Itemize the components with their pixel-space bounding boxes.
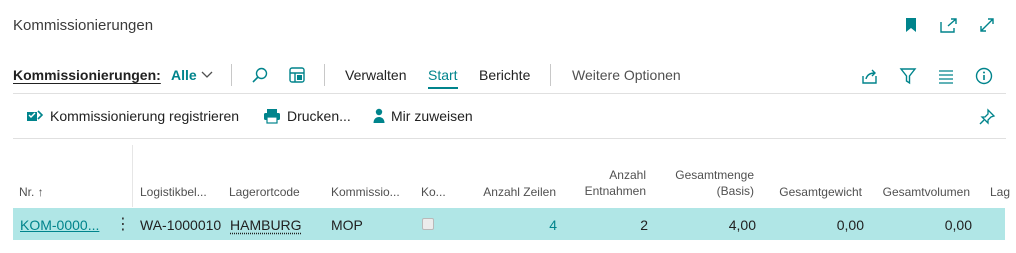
register-pick-button[interactable]: Kommissionierung registrieren bbox=[26, 108, 239, 124]
bookmark-icon[interactable] bbox=[900, 14, 922, 36]
divider bbox=[324, 64, 325, 86]
printer-icon bbox=[264, 109, 280, 124]
assign-to-me-button[interactable]: Mir zuweisen bbox=[373, 108, 473, 124]
action-bar: Kommissionierungen: Alle Verwalten Start… bbox=[0, 60, 1016, 90]
cell-lagerortcode[interactable]: HAMBURG bbox=[230, 217, 302, 233]
print-label: Drucken... bbox=[287, 108, 351, 124]
cell-logistikbeleg: WA-1000010 bbox=[140, 217, 222, 233]
person-icon bbox=[373, 108, 385, 123]
column-header-gesamtgewicht[interactable]: Gesamtgewicht bbox=[779, 184, 862, 200]
command-bar: Kommissionierung registrieren Drucken...… bbox=[0, 104, 1016, 132]
tab-verwalten[interactable]: Verwalten bbox=[345, 67, 406, 83]
divider bbox=[231, 64, 232, 86]
header-line: (Basis) bbox=[716, 184, 754, 198]
column-header-lag[interactable]: Lag bbox=[990, 184, 1010, 200]
cell-ko-checkbox[interactable] bbox=[422, 218, 434, 230]
tab-berichte[interactable]: Berichte bbox=[479, 67, 530, 83]
header-line: Entnahmen bbox=[584, 184, 646, 198]
title-bar: Kommissionierungen bbox=[0, 0, 1016, 52]
view-filter-label: Alle bbox=[171, 67, 197, 83]
table-header: Nr. ↑ Logistikbel... Lagerortcode Kommis… bbox=[0, 140, 1016, 206]
column-header-ko[interactable]: Ko... bbox=[421, 184, 446, 200]
register-icon bbox=[27, 110, 44, 121]
row-actions-icon[interactable]: ⋮ bbox=[115, 214, 131, 234]
header-line: Anzahl bbox=[609, 168, 646, 182]
header-line: Gesamtmenge bbox=[675, 168, 754, 182]
print-button[interactable]: Drucken... bbox=[263, 108, 351, 124]
column-header-anzahl-entnahmen[interactable]: Anzahl Entnahmen bbox=[585, 167, 646, 199]
analysis-mode-icon[interactable] bbox=[285, 63, 309, 87]
cell-anzahl-entnahmen: 2 bbox=[640, 217, 648, 233]
column-header-anzahl-zeilen[interactable]: Anzahl Zeilen bbox=[483, 184, 556, 200]
table-row[interactable]: KOM-0000... ⋮ WA-1000010 HAMBURG MOP 4 2… bbox=[13, 208, 1005, 240]
view-filter-dropdown[interactable]: Alle bbox=[171, 67, 213, 83]
share-icon[interactable] bbox=[858, 64, 882, 88]
cell-kommissionierung: MOP bbox=[331, 217, 363, 233]
list-name[interactable]: Kommissionierungen: bbox=[13, 67, 161, 83]
pin-icon[interactable] bbox=[978, 108, 996, 129]
divider bbox=[550, 64, 551, 86]
search-icon[interactable] bbox=[248, 63, 272, 87]
filter-icon[interactable] bbox=[896, 64, 920, 88]
right-icons bbox=[858, 64, 996, 88]
info-icon[interactable] bbox=[972, 64, 996, 88]
cell-nr[interactable]: KOM-0000... bbox=[20, 217, 99, 233]
register-pick-label: Kommissionierung registrieren bbox=[50, 108, 240, 124]
cell-gesamtmenge: 4,00 bbox=[728, 217, 756, 233]
divider bbox=[13, 138, 1006, 139]
expand-icon[interactable] bbox=[976, 14, 998, 36]
column-separator bbox=[132, 145, 133, 207]
column-header-logistikbeleg[interactable]: Logistikbel... bbox=[140, 184, 207, 200]
cell-anzahl-zeilen[interactable]: 4 bbox=[549, 217, 557, 233]
column-header-lagerortcode[interactable]: Lagerortcode bbox=[229, 184, 300, 200]
list-view-icon[interactable] bbox=[934, 64, 958, 88]
cell-gesamtgewicht: 0,00 bbox=[836, 217, 864, 233]
page-title: Kommissionierungen bbox=[13, 17, 154, 34]
column-header-gesamtmenge[interactable]: Gesamtmenge (Basis) bbox=[675, 167, 754, 199]
assign-to-me-label: Mir zuweisen bbox=[391, 108, 473, 124]
cell-gesamtvolumen: 0,00 bbox=[944, 217, 972, 233]
more-options-button[interactable]: Weitere Optionen bbox=[572, 67, 681, 83]
open-new-window-icon[interactable] bbox=[938, 14, 960, 36]
tab-start[interactable]: Start bbox=[428, 67, 458, 83]
active-tab-indicator bbox=[428, 87, 458, 89]
column-header-gesamtvolumen[interactable]: Gesamtvolumen bbox=[883, 184, 970, 200]
column-header-nr[interactable]: Nr. ↑ bbox=[19, 184, 44, 200]
column-header-kommissionierung[interactable]: Kommissio... bbox=[331, 184, 400, 200]
divider bbox=[13, 93, 1006, 94]
title-icons bbox=[900, 14, 998, 36]
chevron-down-icon bbox=[201, 71, 213, 78]
